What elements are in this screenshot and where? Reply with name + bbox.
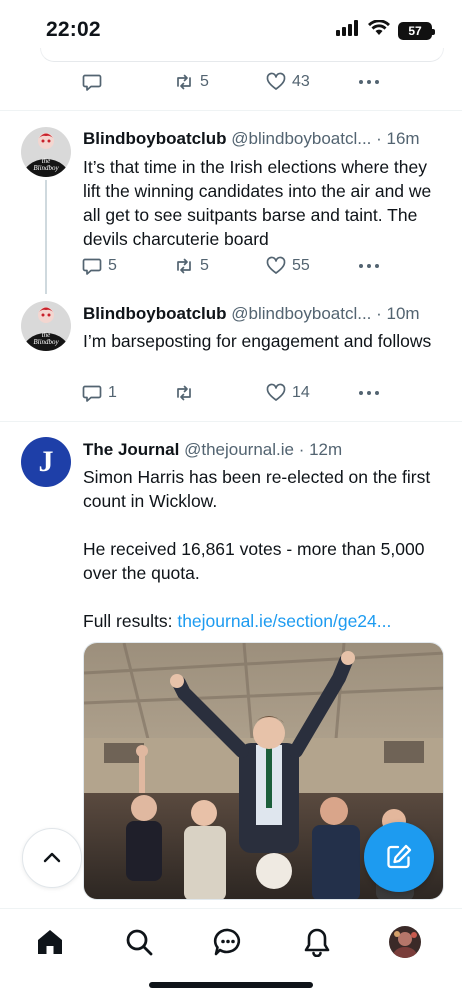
retweet-icon <box>177 74 191 90</box>
timestamp: · 10m <box>376 304 420 323</box>
blindboy-avatar-image: the Blindboy <box>21 301 71 351</box>
blindboy-avatar-image: the Blindboy <box>21 127 71 177</box>
tweet-header: The Journal @thejournal.ie · 12m <box>83 440 342 460</box>
profile-avatar <box>389 926 421 958</box>
svg-text:Blindboy: Blindboy <box>33 164 59 172</box>
display-name[interactable]: Blindboyboatclub <box>83 129 227 148</box>
like-count: 55 <box>292 257 310 274</box>
home-indicator <box>149 982 313 988</box>
like-button[interactable]: 14 <box>266 383 310 403</box>
tweet-header: Blindboyboatclub @blindboyboatcl... · 16… <box>83 129 420 149</box>
avatar[interactable]: the Blindboy <box>21 301 71 351</box>
like-button[interactable]: 43 <box>266 72 310 92</box>
like-button[interactable]: 55 <box>266 256 310 276</box>
tweet-actions: 1 14 <box>82 383 392 407</box>
reply-count: 5 <box>108 257 117 274</box>
reply-button[interactable] <box>82 72 108 92</box>
tweet-paragraph: Simon Harris has been re-elected on the … <box>83 467 431 511</box>
results-label: Full results: <box>83 611 178 631</box>
more-button[interactable] <box>358 383 380 403</box>
tab-search[interactable] <box>122 925 156 959</box>
reply-icon <box>82 258 102 275</box>
more-button[interactable] <box>358 72 380 92</box>
wifi-icon <box>368 19 390 41</box>
tab-home[interactable] <box>33 925 67 959</box>
reply-count: 1 <box>108 384 117 401</box>
retweet-count: 5 <box>200 257 209 274</box>
timestamp: · 16m <box>376 129 420 148</box>
compose-tweet-button[interactable] <box>364 822 434 892</box>
reply-button[interactable]: 5 <box>82 256 117 276</box>
tweet-actions: 5 5 55 <box>82 256 392 280</box>
search-icon <box>126 929 153 956</box>
svg-text:Blindboy: Blindboy <box>33 338 59 346</box>
tweet-text: Simon Harris has been re-elected on the … <box>83 465 438 633</box>
tweet-actions: 5 43 <box>82 72 392 96</box>
like-count: 43 <box>292 73 310 90</box>
chevron-up-icon <box>43 852 61 863</box>
battery-level: 57 <box>408 23 422 38</box>
previous-tweet-card-edge <box>40 48 444 62</box>
reply-icon <box>82 385 102 402</box>
tab-messages[interactable] <box>211 925 245 959</box>
divider <box>0 421 462 422</box>
heart-icon <box>266 383 286 401</box>
cellular-signal-icon <box>336 20 360 41</box>
heart-icon <box>266 256 286 274</box>
avatar[interactable]: J <box>21 437 71 487</box>
retweet-count: 5 <box>200 73 209 90</box>
retweet-button[interactable]: 5 <box>174 72 209 92</box>
more-dots-icon <box>359 80 379 84</box>
handle[interactable]: @blindboyboatcl... <box>231 129 371 148</box>
tab-profile[interactable] <box>389 926 421 958</box>
status-icons: 57 <box>336 19 435 41</box>
timestamp: · 12m <box>298 440 343 459</box>
handle[interactable]: @blindboyboatcl... <box>231 304 371 323</box>
reply-button[interactable]: 1 <box>82 383 117 403</box>
tweet-paragraph: Full results: thejournal.ie/section/ge24… <box>83 609 438 633</box>
thread-line <box>45 180 47 294</box>
home-icon <box>38 930 62 954</box>
heart-icon <box>266 72 286 90</box>
tweet-paragraph: He received 16,861 votes - more than 5,0… <box>83 539 425 583</box>
divider <box>0 110 462 111</box>
more-dots-icon <box>359 264 379 268</box>
retweet-button[interactable] <box>174 383 200 403</box>
retweet-icon <box>177 385 191 401</box>
notifications-icon <box>304 928 330 957</box>
reply-icon <box>82 74 102 91</box>
tweet-text: I’m barseposting for engagement and foll… <box>83 331 432 351</box>
tweet-text: It’s that time in the Irish elections wh… <box>83 157 432 249</box>
tab-notifications[interactable] <box>300 925 334 959</box>
messages-icon <box>213 928 241 956</box>
compose-icon <box>387 844 412 869</box>
display-name[interactable]: Blindboyboatclub <box>83 304 227 323</box>
avatar[interactable]: the Blindboy <box>21 127 71 177</box>
display-name[interactable]: The Journal <box>83 440 179 459</box>
more-button[interactable] <box>358 256 380 276</box>
retweet-button[interactable]: 5 <box>174 256 209 276</box>
results-link[interactable]: thejournal.ie/section/ge24... <box>177 611 391 631</box>
tweet-header: Blindboyboatclub @blindboyboatcl... · 10… <box>83 304 420 324</box>
scroll-to-top-button[interactable] <box>22 828 82 888</box>
handle[interactable]: @thejournal.ie <box>184 440 294 459</box>
status-time: 22:02 <box>46 18 101 41</box>
more-dots-icon <box>359 391 379 395</box>
like-count: 14 <box>292 384 310 401</box>
retweet-icon <box>177 258 191 274</box>
journal-logo-letter: J <box>38 445 54 478</box>
battery-icon: 57 <box>398 21 435 40</box>
